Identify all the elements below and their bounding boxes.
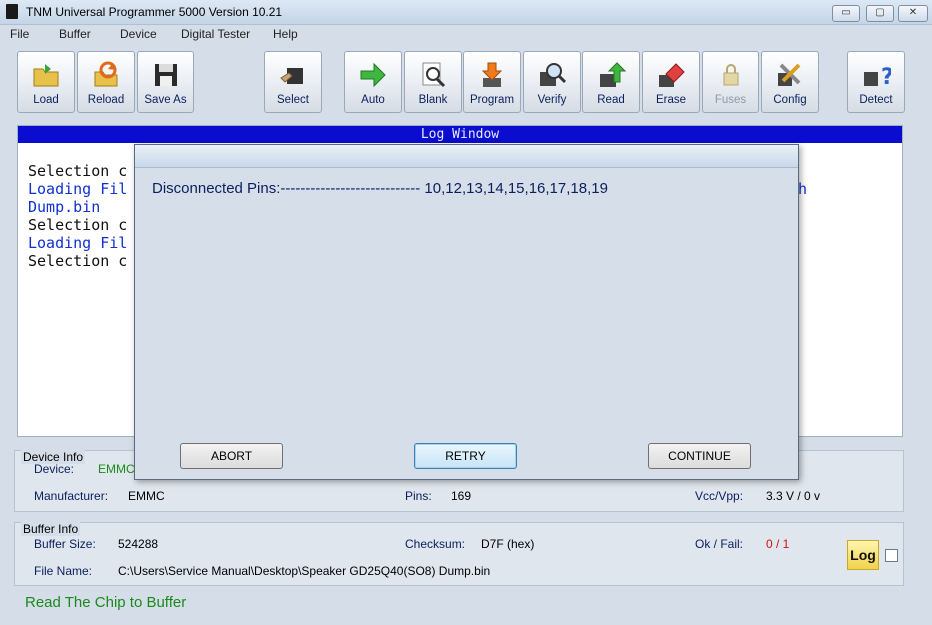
tools-icon [778,63,801,86]
file-name-label: File Name: [34,564,93,578]
read-button[interactable]: Read [582,51,640,113]
window-title: TNM Universal Programmer 5000 Version 10… [26,5,283,19]
ok-fail-value: 0 / 1 [766,537,790,551]
menu-digital-tester[interactable]: Digital Tester [181,27,250,41]
folder-open-icon [33,64,59,87]
file-name-value: C:\Users\Service Manual\Desktop\Speaker … [118,564,491,578]
blank-label: Blank [418,94,448,106]
retry-button[interactable]: RETRY [414,443,517,469]
pins-label: Pins: [405,489,432,503]
arrow-right-icon [360,62,386,88]
buffer-size-label: Buffer Size: [34,537,96,551]
app-icon [6,4,18,19]
vcc-value: 3.3 V / 0 v [766,489,821,503]
buffer-info-group: Buffer Info Buffer Size: 524288 Checksum… [14,522,904,586]
menu-device[interactable]: Device [120,27,157,41]
log-window-header: Log Window [18,126,902,143]
dialog-title-bar[interactable] [135,145,798,168]
status-message: Read The Chip to Buffer [25,594,187,611]
auto-button[interactable]: Auto [344,51,402,113]
save-as-button[interactable]: Save As [137,51,194,113]
fuses-label: Fuses [714,94,747,106]
log-line: Selection c [28,252,128,270]
dialog-message: Disconnected Pins:----------------------… [152,180,608,197]
config-label: Config [773,94,807,106]
log-toggle-icon[interactable]: Log [847,540,879,570]
reload-label: Reload [87,94,125,106]
continue-button[interactable]: CONTINUE [648,443,751,469]
floppy-disk-icon [154,64,177,86]
svg-text:?: ? [881,65,891,90]
log-line: Loading Fil [28,234,128,252]
detect-label: Detect [859,94,893,106]
config-button[interactable]: Config [761,51,819,113]
program-button[interactable]: Program [463,51,521,113]
load-label: Load [33,94,59,106]
pins-value: 169 [451,489,472,503]
reload-button[interactable]: Reload [77,51,135,113]
abort-button[interactable]: ABORT [180,443,283,469]
title-bar: TNM Universal Programmer 5000 Version 10… [0,0,932,25]
auto-label: Auto [361,94,385,106]
menu-buffer[interactable]: Buffer [59,27,91,41]
menu-bar: File Buffer Device Digital Tester Help [0,24,932,44]
log-line: Dump.bin [28,198,101,216]
log-line: Loading Fil [28,180,128,198]
detect-button[interactable]: ? Detect [847,51,905,113]
eraser-icon [659,63,685,87]
verify-magnifier-icon [540,63,567,86]
blank-button[interactable]: Blank [404,51,462,113]
maximize-button[interactable]: ▢ [866,5,894,22]
manufacturer-value: EMMC [128,489,165,503]
vcc-label: Vcc/Vpp: [695,489,744,503]
fuses-button[interactable]: Fuses [702,51,759,113]
menu-file[interactable]: File [10,27,29,41]
read-label: Read [597,94,625,106]
ok-fail-label: Ok / Fail: [695,537,744,551]
erase-button[interactable]: Erase [642,51,700,113]
read-arrow-icon [600,62,626,87]
log-line: Selection c [28,216,128,234]
save-as-label: Save As [144,94,187,106]
buffer-size-value: 524288 [118,537,159,551]
select-button[interactable]: Select [264,51,322,113]
checksum-label: Checksum: [405,537,466,551]
log-line-fragment: h [798,180,808,198]
disconnected-pins-dialog: Disconnected Pins:----------------------… [134,144,799,480]
checksum-value: D7F (hex) [481,537,535,551]
program-arrow-icon [481,62,503,87]
verify-label: Verify [537,94,567,106]
program-label: Program [469,94,515,106]
menu-help[interactable]: Help [273,27,298,41]
erase-label: Erase [655,94,687,106]
log-line: Selection c [28,162,128,180]
select-label: Select [277,94,309,106]
manufacturer-label: Manufacturer: [34,489,109,503]
load-button[interactable]: Load [17,51,75,113]
chip-select-icon [280,68,303,84]
magnifier-icon [422,62,446,88]
question-chip-icon: ? [864,65,891,90]
device-label: Device: [34,462,75,476]
log-checkbox[interactable] [885,549,898,562]
buffer-info-title: Buffer Info [21,522,81,536]
minimize-button[interactable]: ▭ [832,5,860,22]
lock-icon [723,64,738,86]
close-button[interactable]: ✕ [898,5,928,22]
device-value: EMMC [98,462,135,476]
verify-button[interactable]: Verify [523,51,581,113]
reload-icon [94,61,118,87]
